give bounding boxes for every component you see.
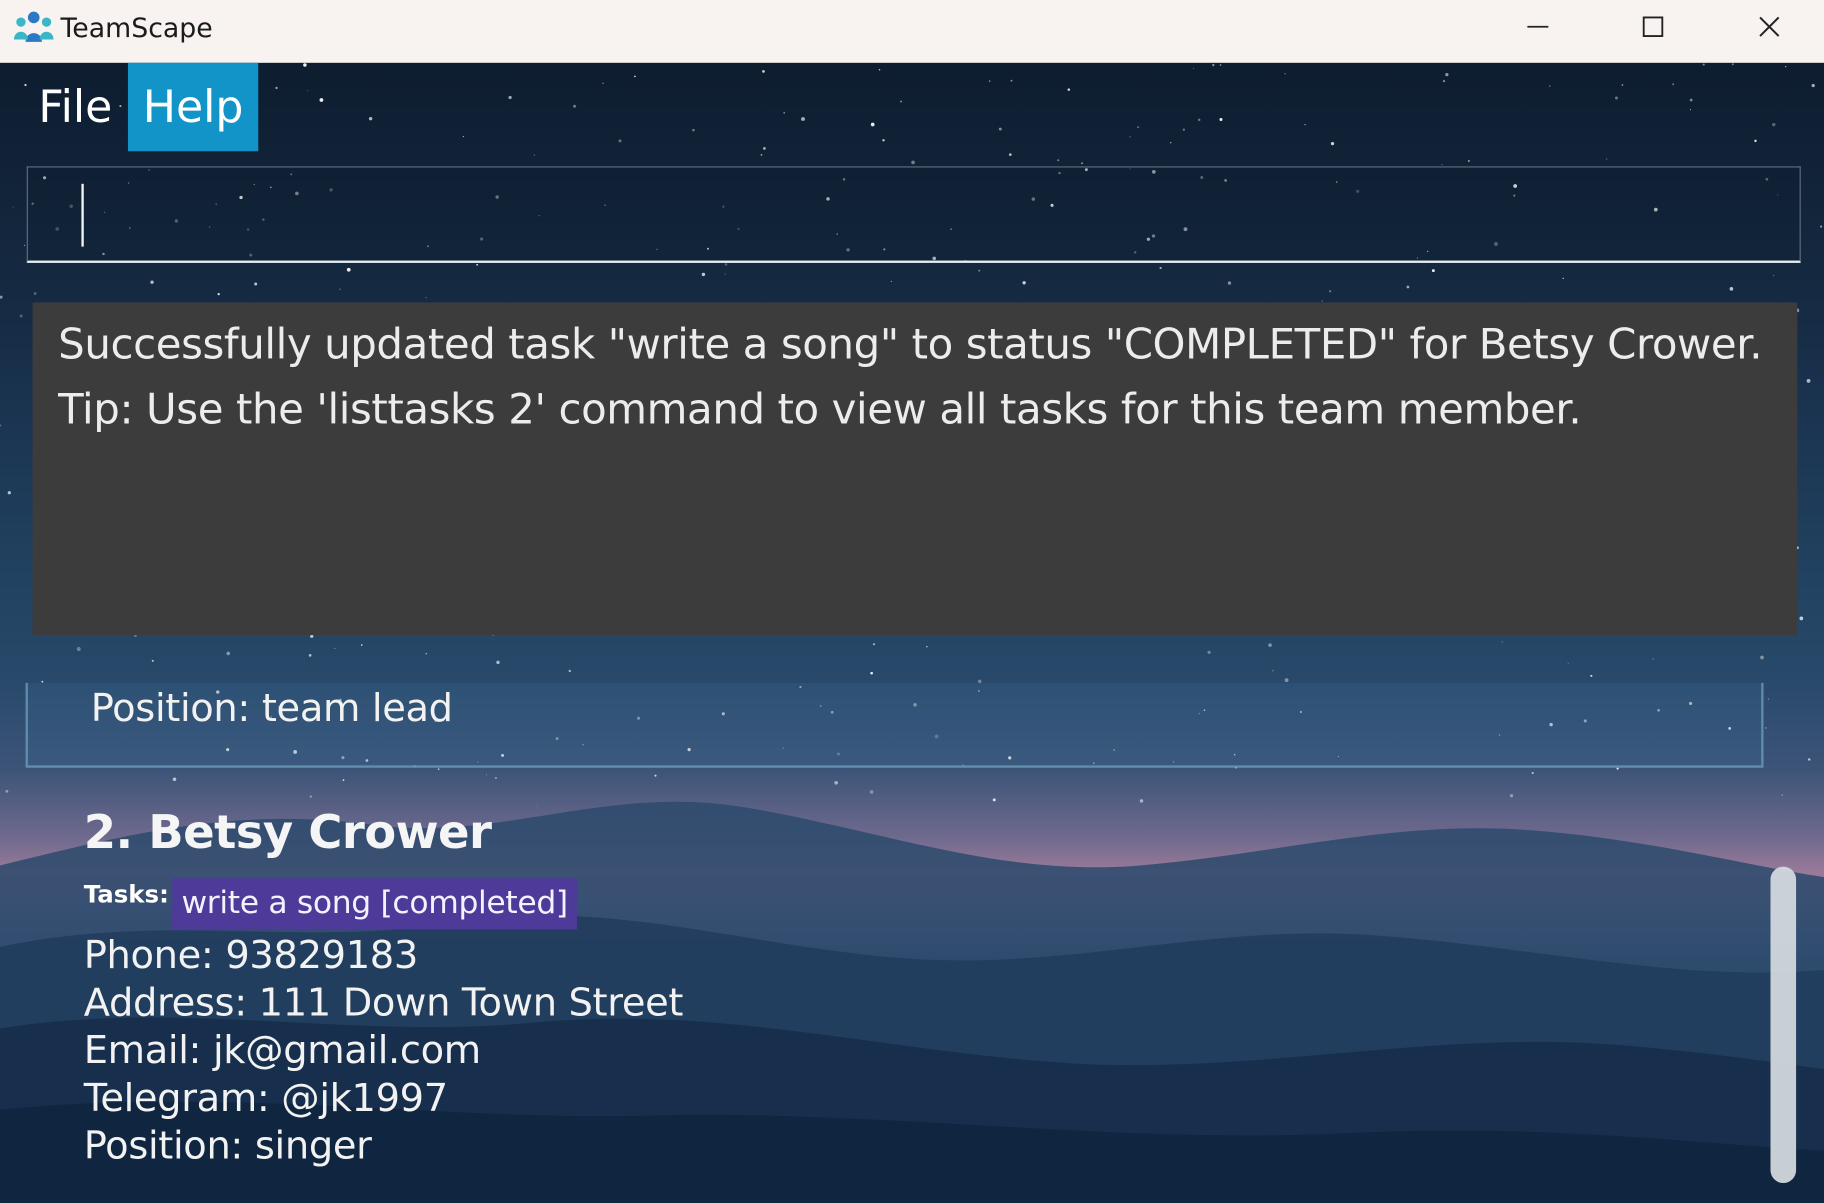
person-email: Email: jk@gmail.com <box>83 1027 481 1073</box>
person-telegram: Telegram: @jk1997 <box>83 1074 448 1121</box>
close-button[interactable] <box>1711 0 1824 54</box>
minimize-icon <box>1527 25 1549 28</box>
person-card-2[interactable]: 2. Betsy Crower Tasks: write a song [com… <box>84 806 1759 1190</box>
command-box <box>26 166 1801 263</box>
list-scrollbar[interactable] <box>1770 866 1797 1184</box>
person-position: Position: team lead <box>90 685 453 731</box>
result-display: Successfully updated task "write a song"… <box>32 302 1798 636</box>
maximize-button[interactable] <box>1595 0 1711 54</box>
task-tag: write a song [completed] <box>172 878 578 930</box>
result-tip: Tip: Use the 'listtasks 2' command to vi… <box>58 386 1582 434</box>
tasks-label: Tasks: <box>83 880 169 909</box>
person-address: Address: 111 Down Town Street <box>83 979 684 1025</box>
menu-file[interactable]: File <box>26 63 132 151</box>
text-caret <box>81 183 84 247</box>
minimize-button[interactable] <box>1480 0 1596 54</box>
person-name: 2. Betsy Crower <box>83 806 492 860</box>
result-message: Successfully updated task "write a song"… <box>58 321 1763 369</box>
person-position: Position: singer <box>83 1122 372 1168</box>
team-people-icon <box>13 11 54 42</box>
menu-help[interactable]: Help <box>127 62 259 152</box>
person-card-1[interactable]: Position: team lead <box>25 682 1764 768</box>
close-icon <box>1759 16 1780 37</box>
app-window: TeamScape File Help Successfully updated… <box>0 0 1824 1203</box>
window-title: TeamScape <box>60 13 213 45</box>
command-input[interactable] <box>27 167 1800 261</box>
maximize-icon <box>1642 16 1664 37</box>
title-bar: TeamScape <box>0 0 1824 63</box>
person-phone: Phone: 93829183 <box>83 931 419 978</box>
